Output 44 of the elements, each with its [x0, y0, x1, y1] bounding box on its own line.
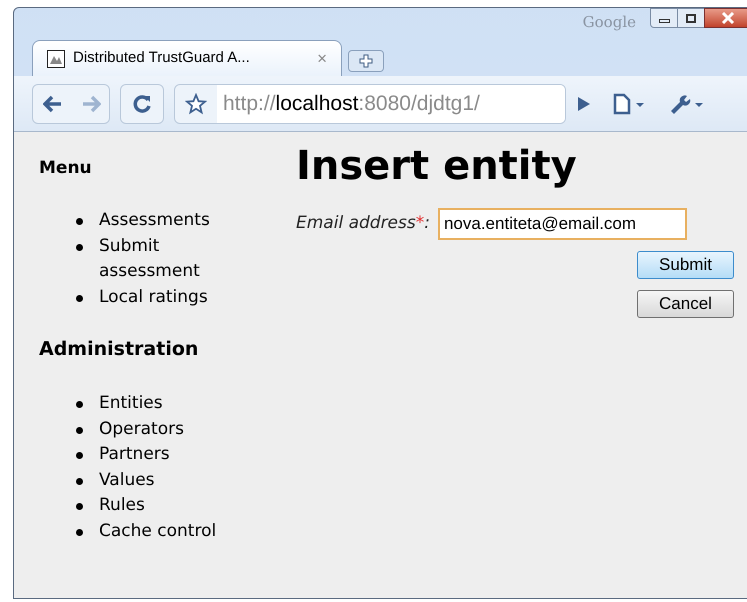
menu-link[interactable]: Operators [99, 416, 249, 442]
minimize-button[interactable] [650, 8, 678, 28]
menu-link[interactable]: Values [99, 468, 249, 493]
field-label: Email address*: [296, 212, 430, 236]
bullet-icon [76, 452, 83, 459]
page-icon [612, 92, 646, 114]
reload-icon [132, 94, 152, 114]
bullet-icon [76, 218, 83, 225]
star-icon [185, 92, 207, 114]
forward-arrow-icon [81, 94, 101, 112]
close-button[interactable] [704, 8, 747, 28]
bullet-icon [76, 478, 83, 484]
menu-link[interactable]: Cache control [99, 518, 249, 544]
section-heading: Administration [39, 340, 200, 359]
bullet-icon [76, 294, 83, 302]
section-heading: Menu [39, 160, 93, 177]
maximize-button[interactable] [678, 8, 704, 28]
page-menu-button[interactable] [612, 92, 646, 114]
bullet-icon [76, 426, 83, 434]
bullet-icon [76, 244, 83, 250]
menu-link[interactable]: Partners [99, 442, 249, 468]
bullet-icon [76, 401, 83, 408]
close-icon [721, 12, 735, 24]
address-bar[interactable]: http://localhost:8080/djdtg1/ [174, 84, 566, 124]
menu-link[interactable]: Assessments [99, 208, 249, 234]
menu-link[interactable]: Local ratings [99, 284, 249, 310]
form-button[interactable]: Submit [637, 251, 734, 279]
menu-link[interactable]: Rules [99, 493, 249, 518]
play-icon [576, 94, 592, 112]
menu-link[interactable]: Entities [99, 391, 249, 416]
page-favicon-icon [47, 50, 65, 68]
page-heading: Insert entity [296, 146, 578, 186]
plus-icon [359, 54, 373, 68]
menu-link[interactable]: Submit assessment [99, 234, 249, 284]
back-arrow-icon [43, 94, 63, 112]
browser-tab[interactable]: Distributed TrustGuard A... × [32, 40, 342, 76]
brand-label: Google [582, 12, 636, 33]
bullet-icon [76, 503, 83, 510]
new-tab-button[interactable] [348, 50, 384, 72]
tab-title: Distributed TrustGuard A... [73, 48, 251, 68]
form-button[interactable]: Cancel [637, 290, 734, 318]
bullet-icon [76, 528, 83, 536]
email-field[interactable]: nova.entiteta@email.com [438, 208, 687, 240]
url-text: http://localhost:8080/djdtg1/ [217, 84, 565, 122]
